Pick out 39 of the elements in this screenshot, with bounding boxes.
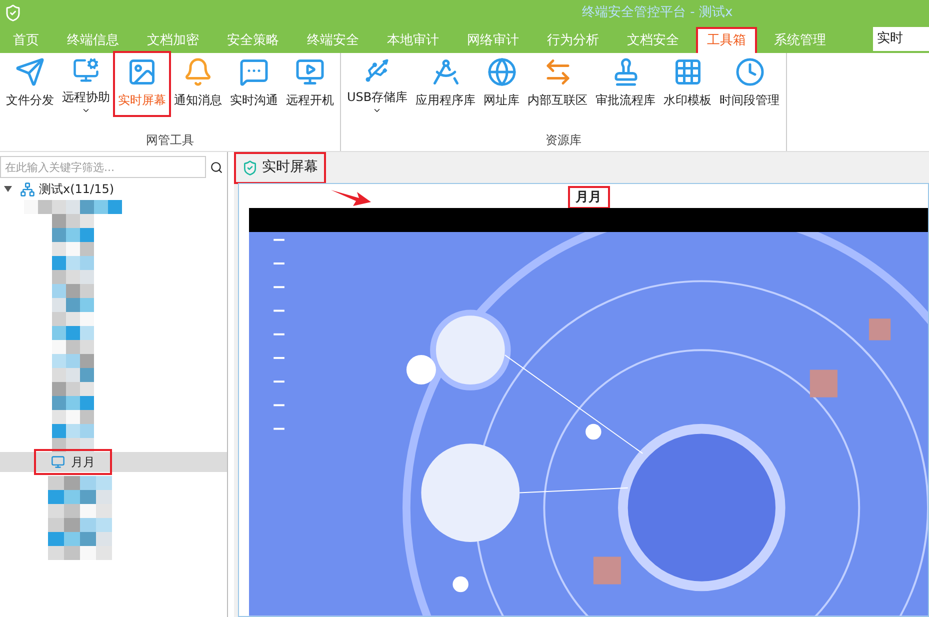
search-icon[interactable] xyxy=(210,160,223,174)
ribbon-button[interactable]: 审批流程库 xyxy=(592,53,659,115)
paper-plane-icon xyxy=(15,57,45,87)
menu-search-field[interactable]: 实时 xyxy=(873,27,929,51)
ribbon-button[interactable]: 内部互联区 xyxy=(524,53,591,115)
monitor-play-icon xyxy=(295,57,325,87)
tree-node[interactable]: 测试x(11/15) xyxy=(0,178,227,200)
app-logo-icon xyxy=(4,4,22,22)
chat-bubble-icon xyxy=(239,57,269,87)
window-title: 终端安全管控平台 - 测试x xyxy=(582,4,733,22)
globe-icon xyxy=(486,57,517,87)
checker-grid-icon xyxy=(672,57,703,87)
ribbon-group-label: 资源库 xyxy=(545,132,582,149)
expand-triangle-icon[interactable] xyxy=(4,186,12,192)
ribbon-group-label: 网管工具 xyxy=(146,132,194,149)
ribbon-button[interactable]: 应用程序库 xyxy=(412,53,479,115)
shield-icon xyxy=(242,160,258,176)
ribbon-button[interactable]: 文件分发 xyxy=(3,53,57,115)
ribbon-button[interactable]: 远程协助 xyxy=(59,53,113,115)
ribbon-button[interactable]: 实时沟通 xyxy=(227,53,281,115)
network-icon xyxy=(20,182,35,196)
panel-title-tab[interactable]: 实时屏幕 xyxy=(236,154,324,182)
ribbon-button[interactable]: USB存储库 xyxy=(344,53,411,115)
bell-icon xyxy=(183,57,213,87)
ribbon-button[interactable]: 网址库 xyxy=(480,53,523,115)
screen-user-label: 月月 xyxy=(570,188,608,208)
caret-icon xyxy=(372,106,382,115)
compass-icon xyxy=(430,57,461,87)
ribbon-button[interactable]: 水印模板 xyxy=(660,53,715,115)
ribbon-button[interactable]: 时间段管理 xyxy=(716,53,783,115)
tree-item[interactable]: 月月 xyxy=(0,452,227,472)
monitor-picture-icon xyxy=(127,57,157,87)
tree-filter-field[interactable]: 在此输入关键字筛选... xyxy=(0,156,206,178)
tree-item-label: 月月 xyxy=(71,454,95,471)
monitor-icon xyxy=(51,455,65,469)
ribbon-button[interactable]: 远程开机 xyxy=(283,53,337,115)
annotation-arrow xyxy=(331,188,371,206)
caret-icon xyxy=(81,106,91,115)
ribbon-button[interactable]: 通知消息 xyxy=(171,53,225,115)
